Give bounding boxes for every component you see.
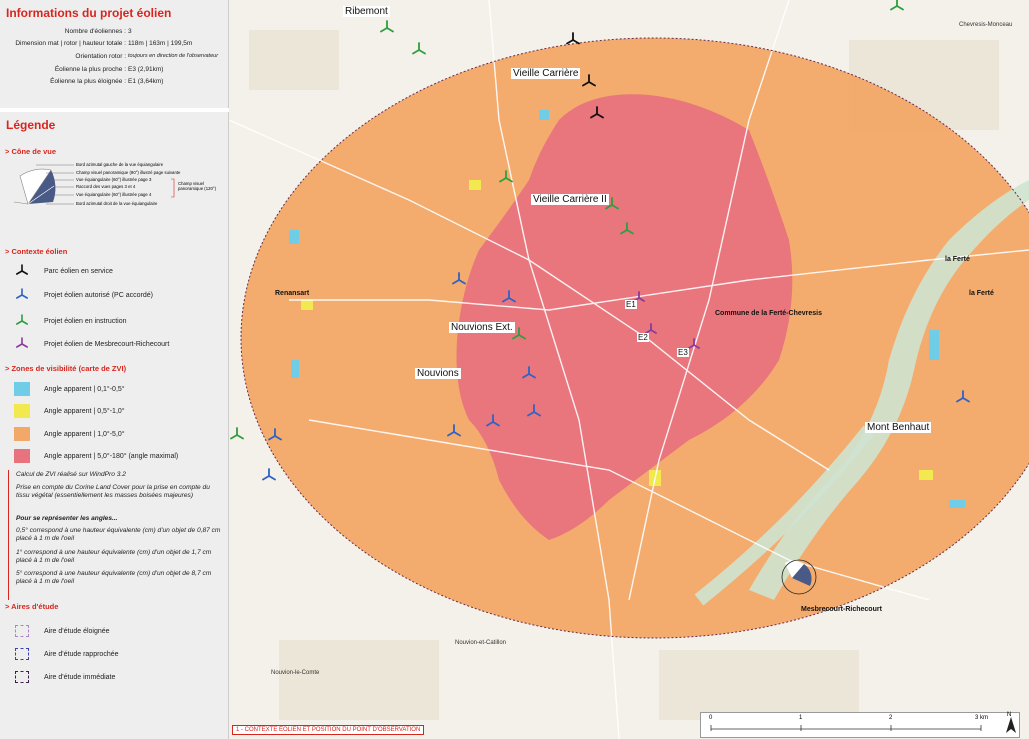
note-angle-05: 0,5° correspond à une hauteur équivalent… xyxy=(16,527,221,542)
note-angle-5: 5° correspond à une hauteur équivalente … xyxy=(16,570,212,585)
note-angle-1: 1° correspond à une hauteur équivalente … xyxy=(16,549,212,564)
legend-aire-rapprochee: Aire d'étude rapprochée xyxy=(14,647,119,661)
cone-section-title: > Cône de vue xyxy=(5,147,57,156)
map-label-la-ferte: la Ferté xyxy=(945,256,970,263)
cone-bracket-label: Champ visuel panoramique (120°) xyxy=(178,181,217,191)
map-label-nouvions-ext: Nouvions Ext. xyxy=(449,322,515,333)
map-label-mont-benhaut: Mont Benhaut xyxy=(865,422,932,433)
cone-label-5: Vue équiangulaire (60°) illustrée page 4 xyxy=(76,192,152,197)
map-label-commune-ferte: la Ferté xyxy=(969,290,994,297)
legend-eolien-authorized: Projet éolien autorisé (PC accordé) xyxy=(14,288,153,302)
legend-title: Légende xyxy=(6,118,56,132)
cone-label-2: Champ visuel panoramique (90°) illustré … xyxy=(76,170,181,175)
map-label-renansart: Renansart xyxy=(275,290,310,297)
legend-eolien-project: Projet éolien de Mesbrecourt-Richecourt xyxy=(14,337,169,351)
info-title: Informations du projet éolien xyxy=(6,6,172,20)
legend-eolien-service: Parc éolien en service xyxy=(14,264,113,278)
legend-zvi-2: Angle apparent | 0,5°-1,0° xyxy=(14,404,125,418)
cone-label-4: Raccord des vues pages 3 et 4 xyxy=(76,184,136,189)
eolien-section-title: > Contexte éolien xyxy=(5,247,68,256)
note-angles-title: Pour se représenter les angles... xyxy=(16,515,118,522)
map-label-vieille-carriere-2: Vieille Carrière II xyxy=(531,194,609,205)
north-arrow-icon: N xyxy=(1007,712,1012,718)
note-corine: Prise en compte du Corine Land Cover pou… xyxy=(16,484,210,499)
map-label-vieille-carriere: Vieille Carrière xyxy=(511,68,581,79)
zvi-swatch xyxy=(14,382,30,396)
turbine-purple-icon xyxy=(16,337,28,348)
turbine-black-icon xyxy=(16,264,28,275)
scale-tick-1: 1 xyxy=(799,715,803,721)
legend-eolien-instruction: Projet éolien en instruction xyxy=(14,314,127,328)
map-canvas xyxy=(229,0,1029,739)
legend-zvi-1: Angle apparent | 0,1°-0,5° xyxy=(14,382,125,396)
turbine-label-e1: E1 xyxy=(625,300,637,309)
cone-label-6: Bord azimutal droit de la vue équiangula… xyxy=(76,201,158,206)
map-label-chevresis: Chevresis-Monceau xyxy=(959,22,1013,28)
dashed-square-icon xyxy=(15,671,29,683)
legend-aire-eloignee: Aire d'étude éloignée xyxy=(14,624,110,638)
map-label-nouvion-catillon: Nouvion-et-Catillon xyxy=(455,640,507,646)
project-info-panel: Informations du projet éolien Nombre d'é… xyxy=(0,0,229,108)
zvi-swatch xyxy=(14,404,30,418)
scale-tick-2: 2 xyxy=(889,715,893,721)
legend-aire-immediate: Aire d'étude immédiate xyxy=(14,670,115,684)
aires-section-title: > Aires d'étude xyxy=(5,602,59,611)
scale-bar: 0 1 2 3 km N xyxy=(700,712,1020,738)
notes-rule xyxy=(8,470,9,600)
note-windpro: Calcul de ZVI réalisé sur WindPro 3.2 xyxy=(16,471,126,478)
cone-label-3: Vue équiangulaire (60°) illustrée page 3 xyxy=(76,177,152,182)
map-caption: 1 - CONTEXTE ÉOLIEN ET POSITION DU POINT… xyxy=(232,725,425,735)
turbine-blue-icon xyxy=(16,288,28,299)
zvi-swatch xyxy=(14,427,30,441)
map-label-mesbrecourt: Mesbrecourt-Richecourt xyxy=(801,606,882,613)
turbine-green-icon xyxy=(16,314,28,325)
dashed-square-icon xyxy=(15,625,29,637)
legend-zvi-4: Angle apparent | 5,0°-180° (angle maxima… xyxy=(14,449,178,463)
scale-tick-0: 0 xyxy=(709,715,713,721)
cone-label-1: Bord azimutal gauche de la vue équiangul… xyxy=(76,162,164,167)
map-label-commune: Commune de la Ferté-Chevresis xyxy=(715,310,822,317)
scale-tick-3: 3 km xyxy=(975,715,989,721)
turbine-label-e3: E3 xyxy=(677,348,689,357)
map-label-nouvion-comte: Nouvion-le-Comte xyxy=(271,670,320,676)
map-label-ribemont: Ribemont xyxy=(343,6,390,17)
map-label-nouvions: Nouvions xyxy=(415,368,461,379)
turbine-label-e2: E2 xyxy=(637,333,649,342)
scale-bar-graphic xyxy=(710,717,1016,733)
zvi-map[interactable]: Ribemont Vieille Carrière Vieille Carriè… xyxy=(229,0,1029,739)
legend-panel: Légende > Cône de vue Bord azimutal gauc… xyxy=(0,112,229,739)
legend-zvi-3: Angle apparent | 1,0°-5,0° xyxy=(14,427,125,441)
zvi-section-title: > Zones de visibilité (carte de ZVI) xyxy=(5,364,127,373)
zvi-swatch xyxy=(14,449,30,463)
dashed-square-icon xyxy=(15,648,29,660)
